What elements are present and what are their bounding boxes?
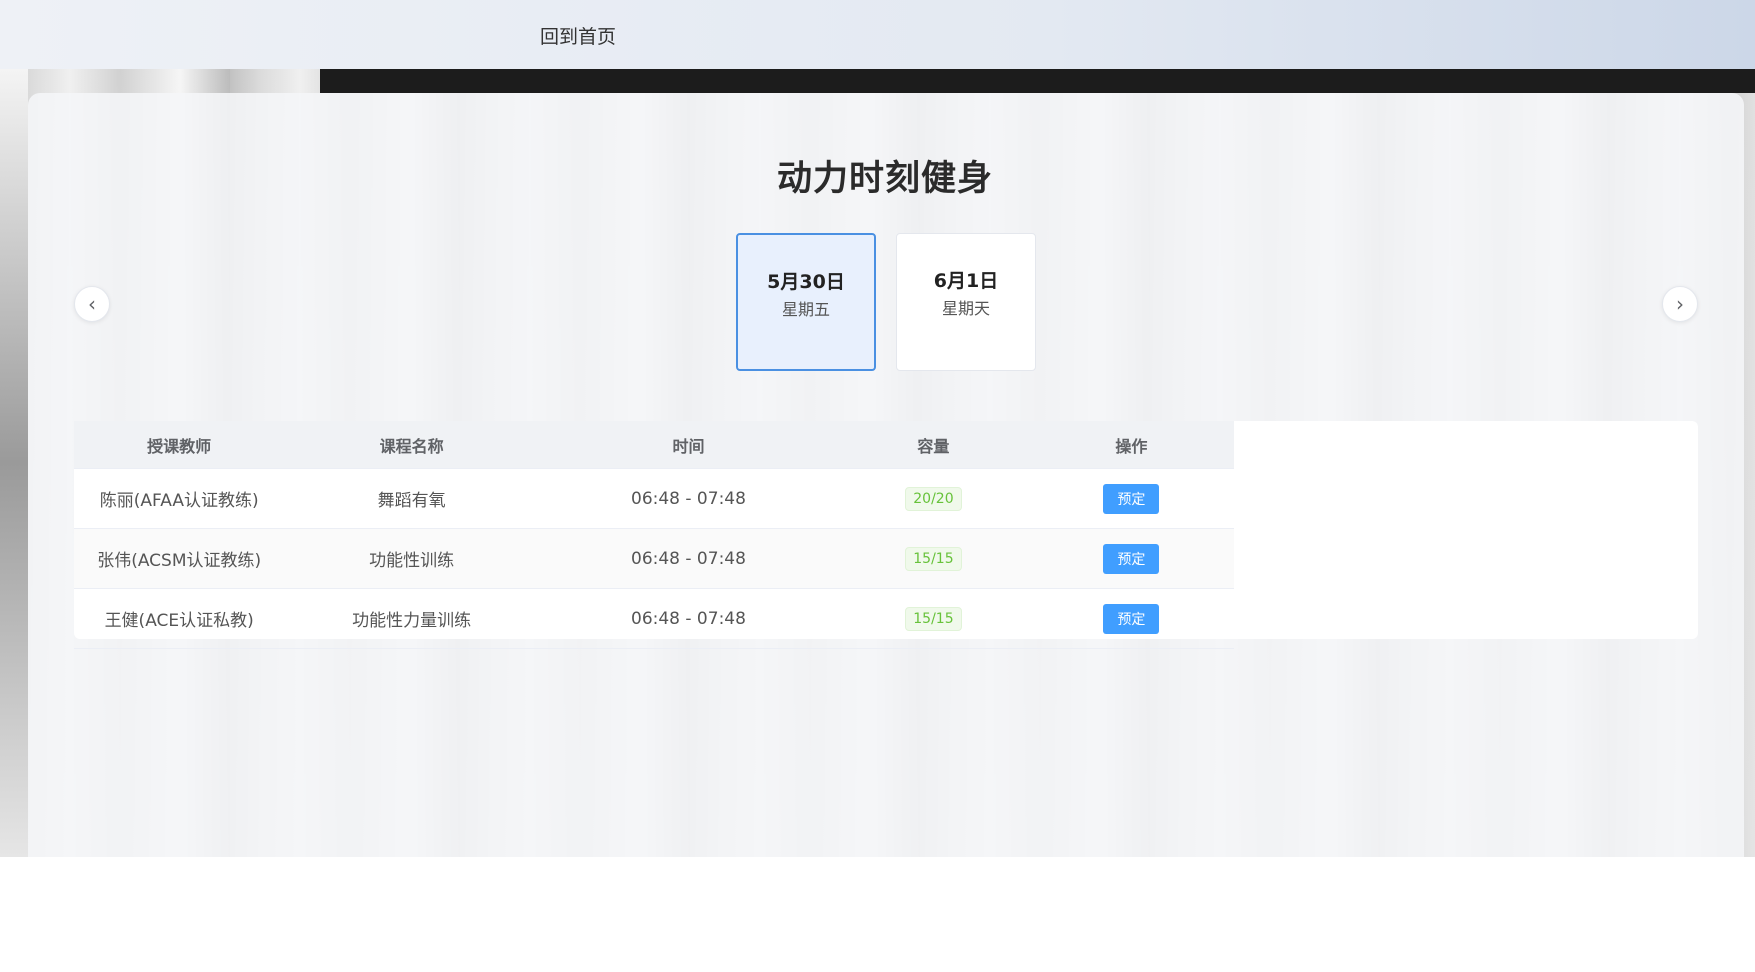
prev-date-button[interactable]: ‹ bbox=[74, 286, 110, 322]
cell-time: 06:48 - 07:48 bbox=[538, 588, 839, 649]
cell-course: 功能性训练 bbox=[284, 528, 539, 589]
page-bottom-area bbox=[0, 857, 1755, 972]
cell-course: 舞蹈有氧 bbox=[284, 468, 539, 529]
column-header-teacher: 授课教师 bbox=[74, 421, 285, 469]
capacity-tag: 15/15 bbox=[905, 546, 962, 571]
book-button[interactable]: 预定 bbox=[1103, 543, 1160, 574]
cell-teacher: 张伟(ACSM认证教练) bbox=[74, 528, 285, 589]
cell-action: 预定 bbox=[1028, 528, 1234, 589]
background-dark-band bbox=[320, 69, 1755, 93]
home-link[interactable]: 回到首页 bbox=[540, 22, 616, 49]
course-schedule-table: 授课教师 课程名称 时间 容量 操作 陈丽(AFAA认证教练) 舞蹈有氧 06:… bbox=[74, 421, 1234, 649]
date-card-date: 5月30日 bbox=[767, 271, 845, 293]
cell-capacity: 20/20 bbox=[838, 468, 1029, 529]
course-schedule-table-container: 授课教师 课程名称 时间 容量 操作 陈丽(AFAA认证教练) 舞蹈有氧 06:… bbox=[74, 421, 1698, 649]
cell-capacity: 15/15 bbox=[838, 528, 1029, 589]
table-row: 张伟(ACSM认证教练) 功能性训练 06:48 - 07:48 15/15 预… bbox=[74, 528, 1234, 589]
column-header-action: 操作 bbox=[1028, 421, 1234, 469]
capacity-tag: 15/15 bbox=[905, 606, 962, 631]
book-button[interactable]: 预定 bbox=[1103, 483, 1160, 514]
table-header-row: 授课教师 课程名称 时间 容量 操作 bbox=[74, 421, 1234, 469]
capacity-tag: 20/20 bbox=[905, 486, 962, 511]
next-date-button[interactable]: › bbox=[1662, 286, 1698, 322]
date-card-weekday: 星期天 bbox=[941, 299, 990, 318]
column-header-course: 课程名称 bbox=[284, 421, 539, 469]
chevron-right-icon: › bbox=[1676, 292, 1684, 316]
top-navbar: 回到首页 bbox=[0, 0, 1755, 69]
cell-time: 06:48 - 07:48 bbox=[538, 528, 839, 589]
chevron-left-icon: ‹ bbox=[88, 292, 96, 316]
cell-teacher: 陈丽(AFAA认证教练) bbox=[74, 468, 285, 529]
table-row: 王健(ACE认证私教) 功能性力量训练 06:48 - 07:48 15/15 … bbox=[74, 588, 1234, 649]
column-header-time: 时间 bbox=[538, 421, 839, 469]
date-card[interactable]: 6月1日 星期天 bbox=[896, 233, 1036, 371]
column-header-capacity: 容量 bbox=[838, 421, 1029, 469]
date-card-selected[interactable]: 5月30日 星期五 bbox=[736, 233, 876, 371]
cell-action: 预定 bbox=[1028, 468, 1234, 529]
date-card-date: 6月1日 bbox=[933, 270, 999, 292]
table-row: 陈丽(AFAA认证教练) 舞蹈有氧 06:48 - 07:48 20/20 预定 bbox=[74, 468, 1234, 529]
cell-course: 功能性力量训练 bbox=[284, 588, 539, 649]
cell-action: 预定 bbox=[1028, 588, 1234, 649]
book-button[interactable]: 预定 bbox=[1103, 603, 1160, 634]
page-title: 动力时刻健身 bbox=[776, 159, 993, 199]
date-card-weekday: 星期五 bbox=[781, 300, 830, 319]
cell-teacher: 王健(ACE认证私教) bbox=[74, 588, 285, 649]
cell-time: 06:48 - 07:48 bbox=[538, 468, 839, 529]
cell-capacity: 15/15 bbox=[838, 588, 1029, 649]
